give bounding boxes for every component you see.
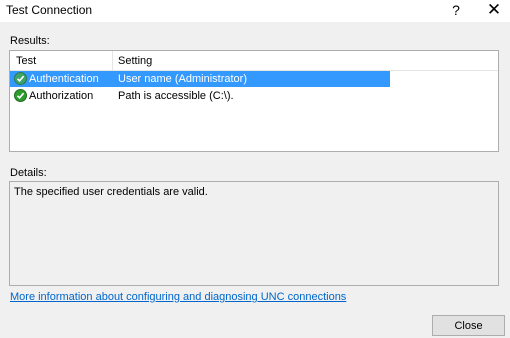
- column-header-setting[interactable]: Setting: [118, 55, 152, 67]
- close-window-button[interactable]: ✕: [478, 0, 510, 20]
- details-label: Details:: [10, 167, 47, 179]
- row-test-name: Authorization: [29, 90, 94, 102]
- test-connection-dialog: Test Connection ? ✕ Results: Test Settin…: [0, 0, 510, 338]
- close-button[interactable]: Close: [432, 315, 505, 336]
- unc-help-link[interactable]: More information about configuring and d…: [10, 291, 346, 303]
- help-button[interactable]: ?: [440, 0, 472, 20]
- list-item-authorization[interactable]: Authorization Path is accessible (C:\).: [10, 88, 390, 104]
- row-test-name: Authentication: [29, 73, 99, 85]
- results-list[interactable]: Test Setting Authentication User name (A…: [9, 50, 499, 152]
- row-setting-value: User name (Administrator): [118, 73, 247, 85]
- details-textbox[interactable]: The specified user credentials are valid…: [9, 181, 499, 286]
- success-check-icon: [14, 89, 27, 102]
- column-header-test[interactable]: Test: [16, 55, 36, 67]
- row-setting-value: Path is accessible (C:\).: [118, 90, 234, 102]
- list-header: Test Setting: [10, 51, 498, 71]
- dialog-title: Test Connection: [6, 3, 93, 17]
- results-label: Results:: [10, 35, 50, 47]
- details-text: The specified user credentials are valid…: [14, 186, 208, 198]
- title-bar[interactable]: Test Connection ? ✕: [0, 0, 510, 22]
- column-separator[interactable]: [112, 51, 113, 70]
- list-item-authentication[interactable]: Authentication User name (Administrator): [10, 71, 390, 87]
- success-check-icon: [14, 72, 27, 85]
